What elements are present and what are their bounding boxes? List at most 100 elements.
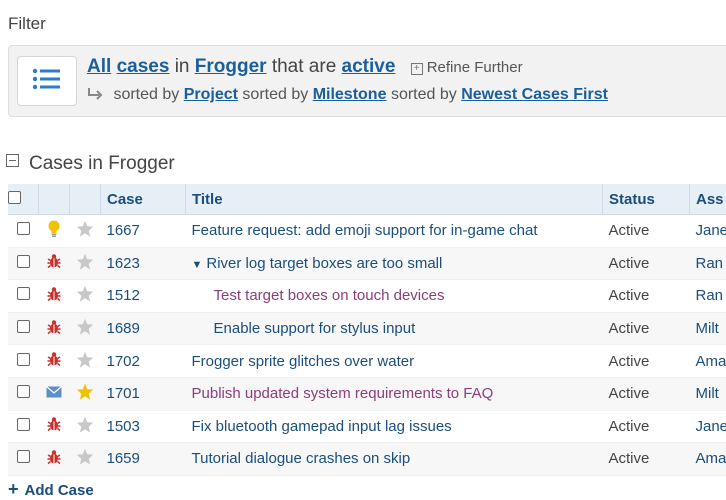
case-title-cell[interactable]: Frogger sprite glitches over water xyxy=(186,345,603,378)
case-title[interactable]: Feature request: add emoji support for i… xyxy=(192,222,538,239)
sort-milestone-link[interactable]: Milestone xyxy=(313,86,387,103)
case-title-cell[interactable]: Tutorial dialogue crashes on skip xyxy=(186,443,603,476)
case-assignee[interactable]: Jane xyxy=(690,215,726,248)
row-select-cell[interactable] xyxy=(8,312,39,345)
collapse-icon[interactable] xyxy=(6,154,19,167)
row-select-cell[interactable] xyxy=(8,280,39,313)
case-title-cell[interactable]: ▼River log target boxes are too small xyxy=(186,247,603,280)
title-column-header[interactable]: Title xyxy=(186,184,603,215)
filter-status-link[interactable]: active xyxy=(342,56,396,77)
case-number[interactable]: 1659 xyxy=(101,443,186,476)
table-row[interactable]: 1512Test target boxes on touch devicesAc… xyxy=(8,280,726,313)
row-star-cell[interactable] xyxy=(70,215,101,248)
row-select-cell[interactable] xyxy=(8,443,39,476)
row-select-cell[interactable] xyxy=(8,410,39,443)
case-title-cell[interactable]: Feature request: add emoji support for i… xyxy=(186,215,603,248)
row-select-cell[interactable] xyxy=(8,345,39,378)
case-number[interactable]: 1623 xyxy=(101,247,186,280)
envelope-icon xyxy=(46,385,62,402)
row-select-cell[interactable] xyxy=(8,377,39,410)
star-icon[interactable] xyxy=(76,355,94,372)
case-column-header[interactable]: Case xyxy=(101,184,186,215)
star-header[interactable] xyxy=(70,184,101,215)
case-number[interactable]: 1667 xyxy=(101,215,186,248)
case-number[interactable]: 1689 xyxy=(101,312,186,345)
filter-cases-link[interactable]: cases xyxy=(117,56,170,77)
case-title[interactable]: Enable support for stylus input xyxy=(214,320,416,337)
case-assignee[interactable]: Ama xyxy=(690,443,726,476)
filter-all-link[interactable]: All xyxy=(87,56,111,77)
row-select-cell[interactable] xyxy=(8,247,39,280)
case-title-cell[interactable]: Test target boxes on touch devices xyxy=(186,280,603,313)
star-icon[interactable] xyxy=(76,257,94,274)
row-checkbox[interactable] xyxy=(17,287,30,300)
add-case-button[interactable]: +Add Case xyxy=(8,479,94,500)
case-assignee[interactable]: Milt xyxy=(690,377,726,410)
table-row[interactable]: 1702Frogger sprite glitches over waterAc… xyxy=(8,345,726,378)
type-header[interactable] xyxy=(39,184,70,215)
assigned-column-header[interactable]: Ass xyxy=(690,184,726,215)
row-star-cell[interactable] xyxy=(70,312,101,345)
row-checkbox[interactable] xyxy=(17,418,30,431)
table-row[interactable]: 1659Tutorial dialogue crashes on skipAct… xyxy=(8,443,726,476)
table-row[interactable]: 1701 Publish updated system requirements … xyxy=(8,377,726,410)
sort-description: sorted by Project sorted by Milestone so… xyxy=(87,86,608,106)
star-icon[interactable] xyxy=(76,289,94,306)
star-icon[interactable] xyxy=(76,387,94,404)
row-checkbox[interactable] xyxy=(17,450,30,463)
status-column-header[interactable]: Status xyxy=(603,184,690,215)
star-icon[interactable] xyxy=(76,420,94,437)
case-title[interactable]: River log target boxes are too small xyxy=(206,255,442,272)
sort-project-link[interactable]: Project xyxy=(184,86,238,103)
row-select-cell[interactable] xyxy=(8,215,39,248)
row-star-cell[interactable] xyxy=(70,247,101,280)
row-checkbox[interactable] xyxy=(17,353,30,366)
case-title[interactable]: Frogger sprite glitches over water xyxy=(192,353,415,370)
sort-newest-link[interactable]: Newest Cases First xyxy=(461,86,608,103)
sorted-by-text-1: sorted by xyxy=(113,86,179,103)
row-star-cell[interactable] xyxy=(70,377,101,410)
filter-project-link[interactable]: Frogger xyxy=(195,56,267,77)
star-icon[interactable] xyxy=(76,322,94,339)
case-assignee[interactable]: Ama xyxy=(690,345,726,378)
row-type-cell xyxy=(39,247,70,280)
case-title[interactable]: Test target boxes on touch devices xyxy=(214,287,445,304)
row-star-cell[interactable] xyxy=(70,345,101,378)
row-star-cell[interactable] xyxy=(70,410,101,443)
row-checkbox[interactable] xyxy=(17,320,30,333)
case-number[interactable]: 1503 xyxy=(101,410,186,443)
row-checkbox[interactable] xyxy=(17,255,30,268)
case-title[interactable]: Tutorial dialogue crashes on skip xyxy=(192,450,411,467)
case-assignee[interactable]: Ran xyxy=(690,247,726,280)
case-title-cell[interactable]: Fix bluetooth gamepad input lag issues xyxy=(186,410,603,443)
row-star-cell[interactable] xyxy=(70,280,101,313)
row-checkbox[interactable] xyxy=(17,222,30,235)
select-all-checkbox[interactable] xyxy=(8,191,21,204)
expand-caret-icon[interactable]: ▼ xyxy=(192,259,203,271)
case-number[interactable]: 1512 xyxy=(101,280,186,313)
filter-list-button[interactable] xyxy=(17,56,77,106)
table-row[interactable]: 1689Enable support for stylus inputActiv… xyxy=(8,312,726,345)
table-row[interactable]: 1503 Fix bluetooth gamepad input lag issu… xyxy=(8,410,726,443)
case-assignee[interactable]: Jane xyxy=(690,410,726,443)
case-title-cell[interactable]: Publish updated system requirements to F… xyxy=(186,377,603,410)
table-row[interactable]: 1667 Feature request: add emoji support f… xyxy=(8,215,726,248)
case-assignee[interactable]: Ran xyxy=(690,280,726,313)
select-all-header[interactable] xyxy=(8,184,39,215)
refine-further-button[interactable]: +Refine Further xyxy=(411,59,523,76)
case-title[interactable]: Fix bluetooth gamepad input lag issues xyxy=(192,418,452,435)
list-icon xyxy=(32,68,62,95)
row-type-cell xyxy=(39,280,70,313)
case-number[interactable]: 1702 xyxy=(101,345,186,378)
star-icon[interactable] xyxy=(76,224,94,241)
case-title-cell[interactable]: Enable support for stylus input xyxy=(186,312,603,345)
case-title[interactable]: Publish updated system requirements to F… xyxy=(192,385,494,402)
row-checkbox[interactable] xyxy=(17,385,30,398)
cases-table: Case Title Status Ass 1667 Feature reques… xyxy=(8,184,726,476)
row-star-cell[interactable] xyxy=(70,443,101,476)
table-row[interactable]: 1623▼River log target boxes are too smal… xyxy=(8,247,726,280)
bug-icon xyxy=(47,419,61,436)
case-number[interactable]: 1701 xyxy=(101,377,186,410)
star-icon[interactable] xyxy=(76,452,94,469)
case-assignee[interactable]: Milt xyxy=(690,312,726,345)
